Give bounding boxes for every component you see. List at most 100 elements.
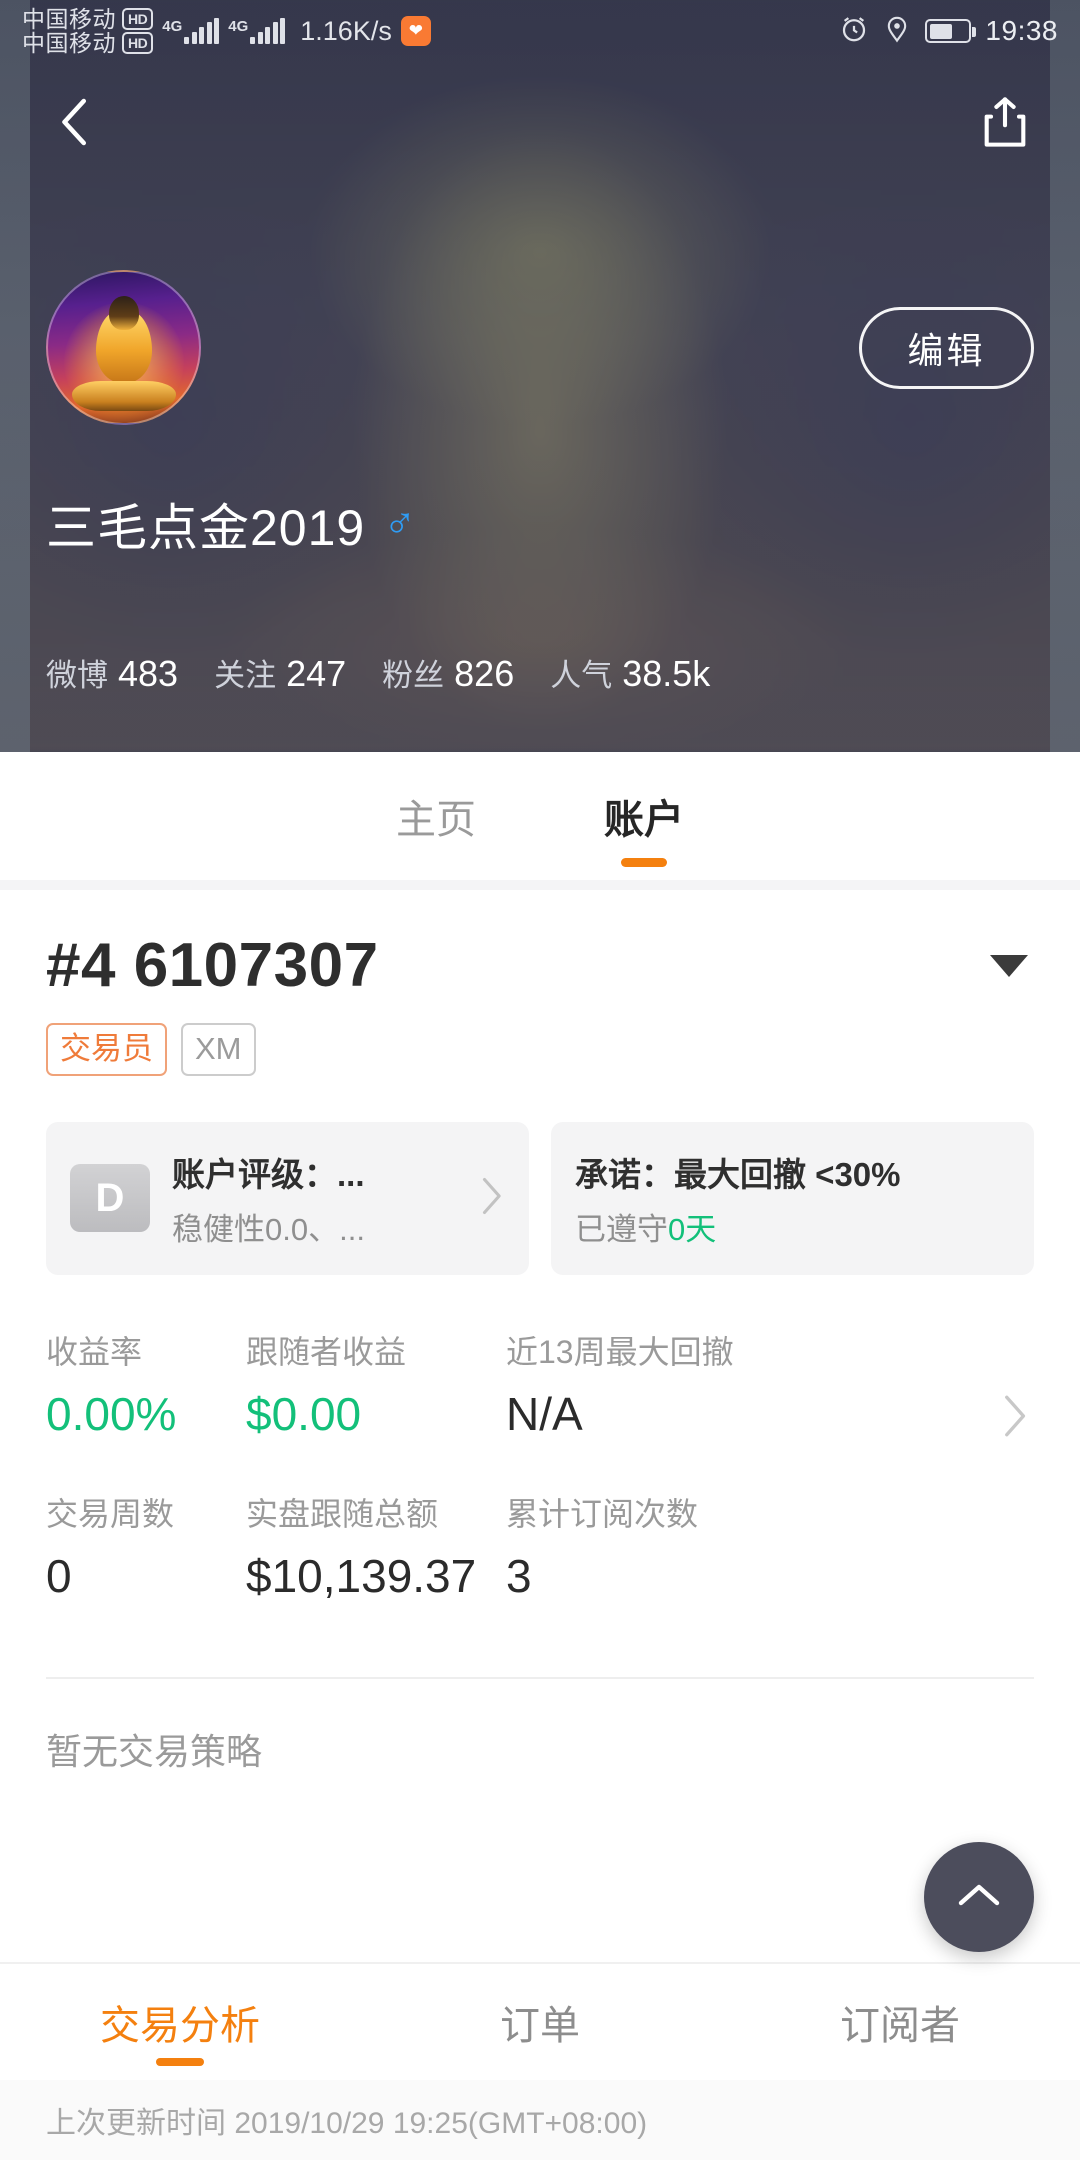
status-bar-right: 19:38: [839, 14, 1058, 49]
edit-profile-button[interactable]: 编辑: [859, 306, 1034, 389]
stat-followers[interactable]: 粉丝 826: [382, 650, 514, 695]
stat-label: 关注: [214, 658, 277, 693]
profile-name-row: 三毛点金2019 ♂: [46, 488, 416, 560]
stat-value: 38.5k: [622, 653, 711, 694]
stat-weibo[interactable]: 微博 483: [46, 650, 178, 695]
scroll-to-top-button[interactable]: [924, 1842, 1034, 1952]
promise-sub-prefix: 已遵守: [575, 1211, 668, 1247]
signal-bars-icon-1: [184, 18, 220, 44]
metric-label: 近13周最大回撤: [506, 1333, 734, 1370]
metric-value: 3: [506, 1549, 532, 1602]
stat-value: 826: [454, 653, 515, 694]
metric-total-following-amount: 实盘跟随总额 $10,139.37: [246, 1489, 506, 1603]
status-bar-left: 中国移动 HD 中国移动 HD 4G 4G 1.16K/s ❤: [22, 5, 839, 55]
account-cards: D 账户评级：... 稳健性0.0、... 承诺：最大回撤 <30% 已遵守0天: [46, 1121, 1034, 1275]
metric-total-subscriptions: 累计订阅次数 3: [506, 1489, 1034, 1603]
carrier-row-1: 中国移动 HD: [22, 5, 154, 32]
metric-label: 交易周数: [46, 1495, 175, 1532]
last-update-text: 上次更新时间 2019/10/29 19:25(GMT+08:00): [0, 2080, 1080, 2160]
metric-trading-weeks: 交易周数 0: [46, 1489, 246, 1603]
profile-stats: 微博 483 关注 247 粉丝 826 人气 38.5k: [46, 650, 710, 695]
bottom-tab-bar: 交易分析 订单 订阅者: [0, 1962, 1080, 2080]
metric-value: $0.00: [246, 1387, 362, 1440]
share-icon[interactable]: [970, 87, 1040, 157]
carrier-row-2: 中国移动 HD: [22, 31, 154, 55]
drawdown-promise-card[interactable]: 承诺：最大回撤 <30% 已遵守0天: [551, 1121, 1034, 1275]
rating-card-subtitle: 稳健性0.0、...: [172, 1211, 365, 1247]
account-id: #4 6107307: [46, 931, 379, 1000]
metric-row: 收益率 0.00% 跟随者收益 $0.00 近13周最大回撤 N/A: [46, 1327, 1034, 1441]
app-root: 中国移动 HD 中国移动 HD 4G 4G 1.16K/s ❤ 19:38 编辑…: [0, 0, 1080, 2160]
account-badges: 交易员 XM: [46, 1023, 1034, 1076]
chevron-right-icon: [475, 1174, 505, 1223]
stat-label: 粉丝: [382, 658, 445, 693]
stat-label: 微博: [46, 658, 108, 693]
location-pin-icon: [883, 14, 911, 49]
stat-value: 483: [118, 653, 179, 694]
avatar-head: [108, 296, 139, 331]
tab-homepage[interactable]: 主页: [396, 787, 476, 845]
account-metrics: 收益率 0.00% 跟随者收益 $0.00 近13周最大回撤 N/A 交易周数 …: [46, 1327, 1034, 1603]
btab-active-underline: [156, 2058, 204, 2066]
promise-card-texts: 承诺：最大回撤 <30% 已遵守0天: [575, 1148, 1010, 1249]
metric-row: 交易周数 0 实盘跟随总额 $10,139.37 累计订阅次数 3: [46, 1489, 1034, 1603]
section-divider: [0, 880, 1080, 890]
stat-popularity[interactable]: 人气 38.5k: [550, 650, 710, 695]
promise-sub-value: 0天: [668, 1211, 717, 1247]
stat-value: 247: [286, 653, 347, 694]
btab-label: 订阅者: [840, 2004, 960, 2048]
tab-label: 账户: [604, 798, 684, 842]
carrier-name-1: 中国移动: [22, 5, 116, 32]
buddha-avatar[interactable]: [46, 270, 201, 425]
signal-group-1: 4G: [162, 18, 220, 44]
carrier-stack: 中国移动 HD 中国移动 HD: [22, 5, 154, 55]
metric-label: 跟随者收益: [246, 1333, 407, 1370]
tab-orders[interactable]: 订单: [360, 1964, 720, 2080]
tab-label: 主页: [396, 798, 476, 842]
metric-value: $10,139.37: [246, 1549, 477, 1602]
network-type-2: 4G: [228, 18, 249, 35]
metric-label: 实盘跟随总额: [246, 1495, 439, 1532]
promise-card-title: 承诺：最大回撤 <30%: [575, 1155, 901, 1193]
bottom-section: 交易分析 订单 订阅者 上次更新时间 2019/10/29 19:25(GMT+…: [0, 1962, 1080, 2160]
avatar-lotus: [71, 380, 176, 411]
male-gender-icon: ♂: [383, 499, 417, 548]
status-bar: 中国移动 HD 中国移动 HD 4G 4G 1.16K/s ❤ 19:38: [0, 0, 1080, 62]
top-tab-bar: 主页 账户: [0, 752, 1080, 880]
metric-value: 0.00%: [46, 1387, 177, 1440]
account-header: #4 6107307: [46, 930, 1034, 1001]
account-rating-card[interactable]: D 账户评级：... 稳健性0.0、...: [46, 1121, 529, 1275]
hd-badge-2: HD: [122, 32, 154, 54]
tab-trade-analysis[interactable]: 交易分析: [0, 1964, 360, 2080]
chevron-right-icon[interactable]: [996, 1391, 1030, 1446]
rating-card-texts: 账户评级：... 稳健性0.0、...: [172, 1148, 453, 1249]
stat-label: 人气: [550, 658, 613, 693]
metric-value: N/A: [506, 1387, 583, 1440]
account-panel: #4 6107307 交易员 XM D 账户评级：... 稳健性0.0、... …: [0, 890, 1080, 1775]
profile-hero: 中国移动 HD 中国移动 HD 4G 4G 1.16K/s ❤ 19:38 编辑…: [0, 0, 1080, 752]
chevron-down-icon[interactable]: [990, 954, 1028, 977]
status-badge-broker: XM: [181, 1023, 256, 1076]
status-bar-clock: 19:38: [985, 15, 1058, 46]
tab-account[interactable]: 账户: [604, 787, 684, 867]
status-badge-trader: 交易员: [46, 1023, 167, 1076]
chevron-up-icon: [955, 1878, 1003, 1917]
metric-follower-profit: 跟随者收益 $0.00: [246, 1327, 506, 1441]
signal-bars-icon-2: [250, 18, 286, 44]
stat-following[interactable]: 关注 247: [214, 650, 346, 695]
signal-group-2: 4G: [228, 18, 286, 44]
alarm-icon: [839, 14, 869, 49]
data-speed-text: 1.16K/s: [300, 15, 392, 46]
profile-avatar-row: 编辑: [0, 270, 1080, 425]
rating-card-title: 账户评级：...: [172, 1155, 365, 1193]
network-type-1: 4G: [162, 18, 183, 35]
promise-card-subtitle: 已遵守0天: [575, 1204, 1010, 1249]
tab-subscribers[interactable]: 订阅者: [720, 1964, 1080, 2080]
btab-label: 订单: [500, 2004, 580, 2048]
metric-value: 0: [46, 1549, 72, 1602]
back-chevron-icon[interactable]: [40, 87, 110, 157]
metric-label: 累计订阅次数: [506, 1495, 699, 1532]
battery-icon: [925, 19, 977, 43]
metric-return-rate: 收益率 0.00%: [46, 1327, 246, 1441]
tab-active-underline: [621, 858, 667, 867]
